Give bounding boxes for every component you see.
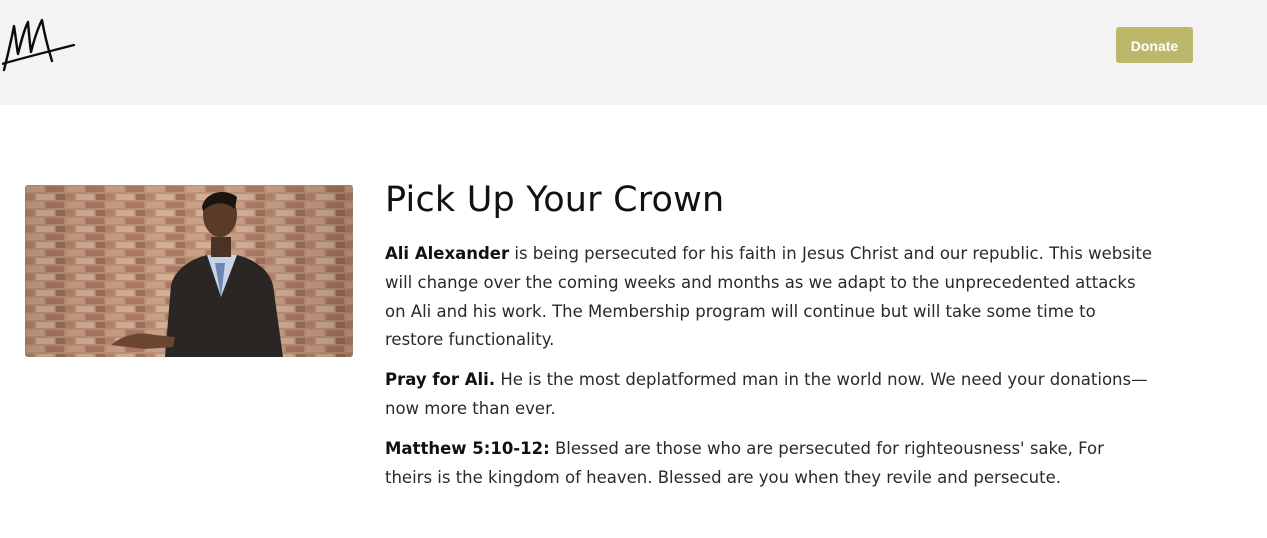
scripture-paragraph: Matthew 5:10-12: Blessed are those who a… [385,435,1155,493]
signature-logo-icon[interactable] [2,16,76,74]
main-content: Pick Up Your Crown Ali Alexander is bein… [385,175,1185,487]
prayer-lead: Pray for Ali. [385,370,496,389]
scripture-lead: Matthew 5:10-12: [385,439,550,458]
donate-button[interactable]: Donate [1116,27,1193,63]
intro-lead: Ali Alexander [385,244,510,263]
page-title: Pick Up Your Crown [385,180,725,220]
prayer-text: He is the most deplatformed man in the w… [385,370,1148,418]
intro-paragraph: Ali Alexander is being persecuted for hi… [385,240,1155,355]
prayer-paragraph: Pray for Ali. He is the most deplatforme… [385,366,1155,424]
hero-photo [25,185,353,357]
site-header: Donate [0,0,1267,105]
